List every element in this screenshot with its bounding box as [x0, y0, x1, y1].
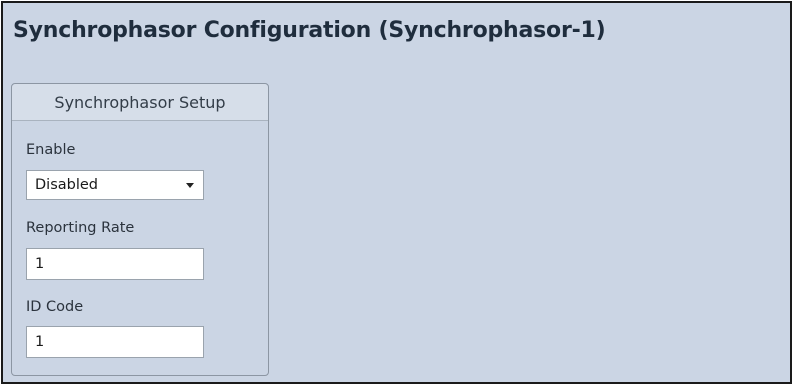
- enable-label: Enable: [26, 142, 76, 158]
- group-header: Synchrophasor Setup: [12, 84, 268, 121]
- id-code-input[interactable]: [26, 326, 204, 358]
- id-code-label: ID Code: [26, 299, 84, 315]
- config-window: Synchrophasor Configuration (Synchrophas…: [1, 1, 792, 384]
- enable-dropdown[interactable]: Disabled: [26, 170, 204, 200]
- chevron-down-icon[interactable]: [186, 183, 194, 188]
- enable-selected-value: Disabled: [35, 177, 98, 193]
- synchrophasor-setup-group: Synchrophasor Setup Enable Disabled Repo…: [11, 83, 269, 376]
- page-title: Synchrophasor Configuration (Synchrophas…: [13, 18, 606, 43]
- reporting-rate-input[interactable]: [26, 248, 204, 280]
- reporting-rate-label: Reporting Rate: [26, 220, 135, 236]
